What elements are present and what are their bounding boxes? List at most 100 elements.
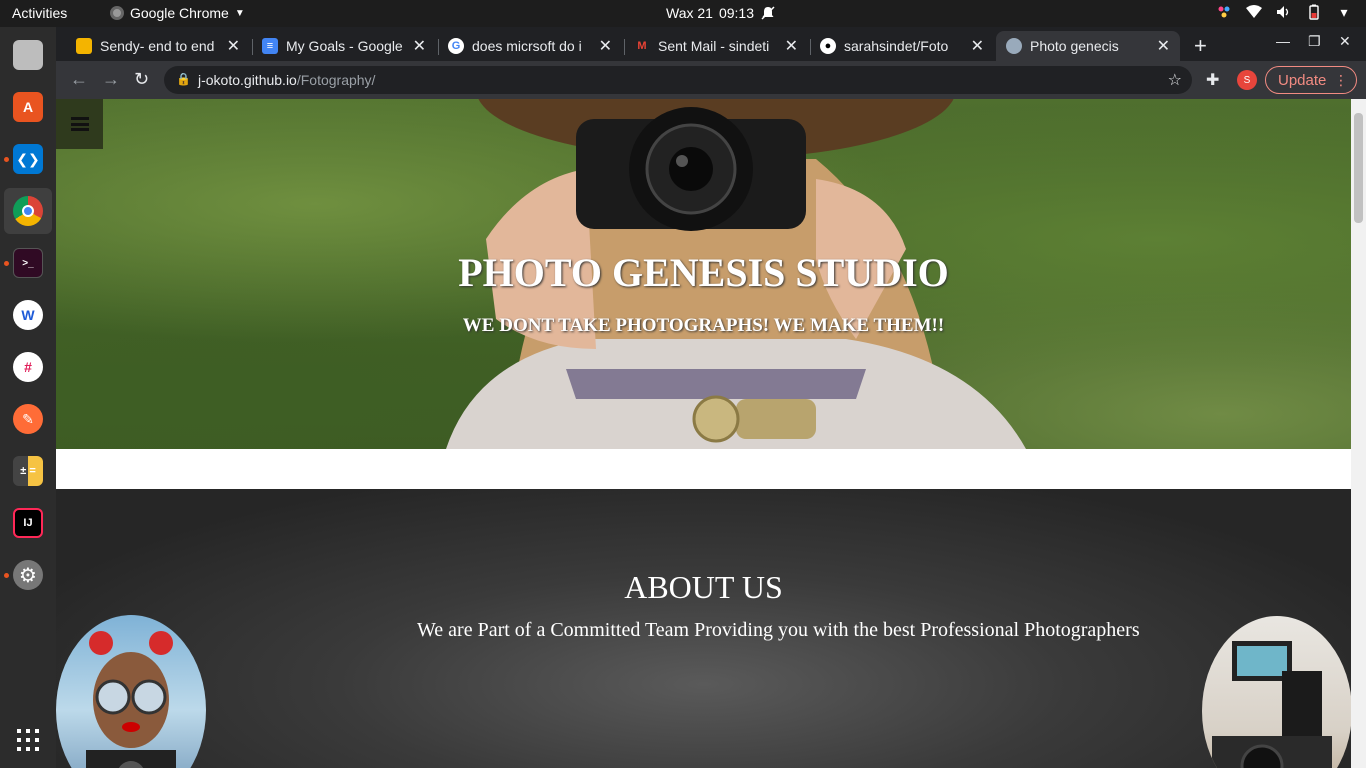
close-window-button[interactable]: ✕ <box>1339 33 1351 50</box>
tab-my-goals[interactable]: ≡ My Goals - Google ✕ <box>252 31 436 61</box>
system-top-bar: Activities Google Chrome ▼ Wax 21 09:13 … <box>0 0 1366 27</box>
extensions-puzzle-icon[interactable]: ✚ <box>1206 70 1219 90</box>
tab-google-search[interactable]: G does micrsoft do i ✕ <box>438 31 622 61</box>
tab-sendy[interactable]: Sendy- end to end ✕ <box>66 31 250 61</box>
software-center-icon: A <box>13 92 43 122</box>
dock-settings[interactable]: ⚙ <box>4 552 52 598</box>
back-button[interactable]: ← <box>70 69 88 90</box>
tab-title: Sendy- end to end <box>100 38 215 54</box>
about-text: We are Part of a Committed Team Providin… <box>417 619 1140 641</box>
dock-intellij[interactable]: IJ <box>4 500 52 546</box>
about-title: ABOUT US <box>624 569 783 605</box>
close-icon[interactable]: ✕ <box>227 36 240 56</box>
dock: A ❮❯ >_ W # ✎ ± = IJ ⚙ <box>0 27 56 768</box>
update-button[interactable]: Update ⋮ <box>1265 66 1357 94</box>
gmail-icon: M <box>637 40 647 52</box>
wifi-icon <box>1246 4 1262 20</box>
clock-date: Wax 21 <box>666 5 713 21</box>
chrome-icon <box>110 6 124 20</box>
page-scrollbar[interactable] <box>1351 99 1366 768</box>
hamburger-icon <box>70 117 89 131</box>
terminal-icon: >_ <box>13 248 43 278</box>
tab-title: sarahsindet/Foto <box>844 38 949 54</box>
forward-button[interactable]: → <box>102 69 120 90</box>
dock-calculator[interactable]: ± = <box>4 448 52 494</box>
tab-title: Photo genecis <box>1030 38 1119 54</box>
chrome-window: Sendy- end to end ✕ ≡ My Goals - Google … <box>56 27 1366 768</box>
dock-postman[interactable]: ✎ <box>4 396 52 442</box>
power-menu-caret-icon: ▾ <box>1340 3 1348 20</box>
new-tab-button[interactable]: + <box>1194 33 1207 59</box>
tab-github[interactable]: ● sarahsindet/Foto ✕ <box>810 31 994 61</box>
dock-terminal[interactable]: >_ <box>4 240 52 286</box>
tab-title: Sent Mail - sindeti <box>658 38 770 54</box>
app-menu-label: Google Chrome <box>130 5 229 21</box>
scrollbar-thumb[interactable] <box>1354 113 1363 223</box>
address-bar[interactable]: 🔒 j-okoto.github.io/Fotography/ ☆ <box>164 66 1192 94</box>
team-photo-left <box>56 615 206 768</box>
app-menu[interactable]: Google Chrome ▼ <box>110 5 245 21</box>
menu-toggle-button[interactable] <box>56 99 103 149</box>
chrome-icon <box>13 196 43 226</box>
dock-chrome[interactable] <box>4 188 52 234</box>
google-icon: G <box>448 38 464 54</box>
dock-vscode[interactable]: ❮❯ <box>4 136 52 182</box>
hero-section: PHOTO GENESIS STUDIO WE DONT TAKE PHOTOG… <box>56 99 1351 449</box>
clock[interactable]: Wax 21 09:13 <box>666 5 776 21</box>
close-icon[interactable]: ✕ <box>971 36 984 56</box>
docs-icon: ≡ <box>262 38 278 54</box>
clock-time: 09:13 <box>718 5 754 21</box>
color-picker-icon <box>1216 4 1232 20</box>
postman-icon: ✎ <box>13 404 43 434</box>
url-host: j-okoto.github.io <box>198 72 297 88</box>
minimize-button[interactable]: — <box>1276 33 1290 49</box>
tab-strip: Sendy- end to end ✕ ≡ My Goals - Google … <box>56 27 1366 61</box>
dock-show-apps[interactable] <box>4 717 52 763</box>
app-w-icon: W <box>13 300 43 330</box>
tab-gmail[interactable]: M Sent Mail - sindeti ✕ <box>624 31 808 61</box>
close-icon[interactable]: ✕ <box>413 36 426 56</box>
dock-files[interactable] <box>4 32 52 78</box>
close-icon[interactable]: ✕ <box>785 36 798 56</box>
slack-icon: # <box>13 352 43 382</box>
vscode-icon: ❮❯ <box>13 144 43 174</box>
dock-slack[interactable]: # <box>4 344 52 390</box>
section-spacer <box>56 449 1351 489</box>
close-icon[interactable]: ✕ <box>599 36 612 56</box>
tab-title: does micrsoft do i <box>472 38 582 54</box>
volume-icon <box>1276 4 1292 20</box>
intellij-icon: IJ <box>13 508 43 538</box>
close-icon[interactable]: ✕ <box>1157 36 1170 56</box>
page-viewport: PHOTO GENESIS STUDIO WE DONT TAKE PHOTOG… <box>56 99 1366 768</box>
dock-software-center[interactable]: A <box>4 84 52 130</box>
hero-subtitle: WE DONT TAKE PHOTOGRAPHS! WE MAKE THEM!! <box>462 315 945 336</box>
url-text: j-okoto.github.io/Fotography/ <box>198 72 375 88</box>
more-menu-icon: ⋮ <box>1334 72 1348 88</box>
github-icon: ● <box>820 38 836 54</box>
profile-avatar[interactable]: S <box>1237 70 1257 90</box>
bookmark-star-icon[interactable]: ☆ <box>1168 70 1182 90</box>
settings-icon: ⚙ <box>13 560 43 590</box>
show-apps-icon <box>17 729 39 751</box>
maximize-button[interactable]: ❐ <box>1308 33 1321 50</box>
tab-title: My Goals - Google <box>286 38 403 54</box>
lock-icon: 🔒 <box>176 72 191 86</box>
notifications-off-icon <box>760 5 776 21</box>
browser-toolbar: ← → ↻ 🔒 j-okoto.github.io/Fotography/ ☆ … <box>56 61 1366 99</box>
url-path: /Fotography/ <box>296 72 376 88</box>
hero-title: PHOTO GENESIS STUDIO <box>458 250 949 295</box>
team-photo-right <box>1202 616 1352 768</box>
calculator-icon: ± = <box>13 456 43 486</box>
caret-down-icon: ▼ <box>234 7 245 19</box>
dock-app-w[interactable]: W <box>4 292 52 338</box>
about-section: ABOUT US We are Part of a Committed Team… <box>56 489 1352 768</box>
tab-photo-genecis[interactable]: Photo genecis ✕ <box>996 31 1180 61</box>
reload-button[interactable]: ↻ <box>134 69 149 90</box>
system-tray[interactable]: ▾ <box>1216 4 1352 20</box>
files-icon <box>13 40 43 70</box>
globe-icon <box>1006 38 1022 54</box>
activities-button[interactable]: Activities <box>12 5 67 21</box>
slides-icon <box>76 38 92 54</box>
battery-icon <box>1306 4 1322 20</box>
update-label: Update <box>1278 71 1327 89</box>
